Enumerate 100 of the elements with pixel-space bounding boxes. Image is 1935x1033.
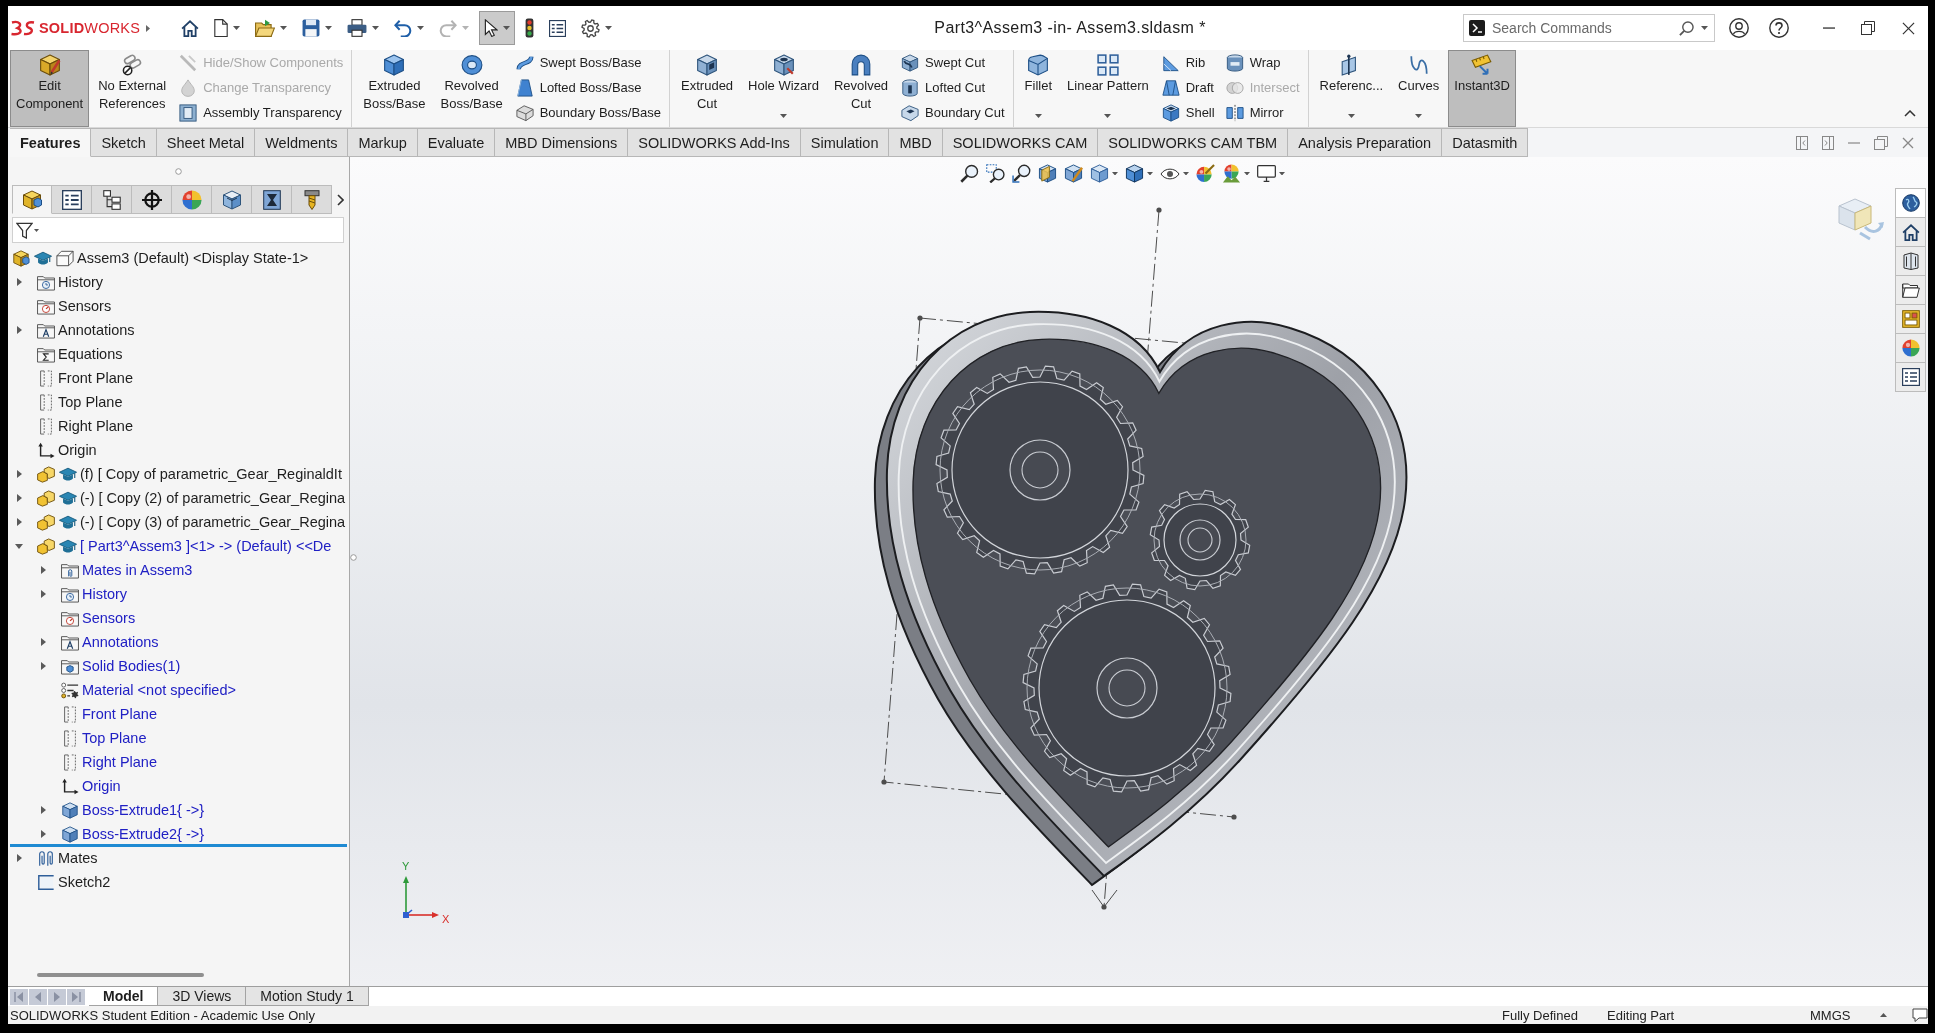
tree-item[interactable]: Annotations	[82, 634, 159, 650]
close-icon[interactable]	[1902, 21, 1915, 35]
command-button[interactable]: Rib	[1157, 50, 1219, 75]
tree-item[interactable]: Boss-Extrude2{ ->}	[82, 826, 205, 842]
panel-tab[interactable]	[52, 185, 92, 214]
speech-bubble-icon[interactable]	[1912, 1008, 1928, 1022]
skip-last-icon[interactable]	[67, 988, 85, 1005]
tree-item[interactable]: Front Plane	[58, 370, 133, 386]
command-button[interactable]: Linear Pattern	[1061, 50, 1155, 127]
tree-item[interactable]: (-) [ Copy (3) of parametric_Gear_Regina	[80, 514, 346, 530]
tree-item[interactable]: Sketch2	[58, 874, 111, 890]
cube-icon[interactable]	[1090, 164, 1109, 183]
caret-right-icon[interactable]	[16, 470, 22, 478]
tree-item[interactable]: Top Plane	[82, 730, 147, 746]
tree-item[interactable]: Front Plane	[82, 706, 157, 722]
caret-right-icon[interactable]	[40, 830, 46, 838]
command-button[interactable]: Extruded Boss/Base	[357, 50, 432, 127]
caret-down-icon[interactable]	[1244, 171, 1250, 176]
horizontal-scrollbar[interactable]	[37, 973, 204, 977]
splitter-grip-icon[interactable]	[350, 554, 357, 561]
command-tab[interactable]: SOLIDWORKS CAM TBM	[1098, 128, 1289, 157]
next-icon[interactable]	[48, 988, 66, 1005]
previous-icon[interactable]	[29, 988, 47, 1005]
caret-right-icon[interactable]	[40, 662, 46, 670]
chevron-up-icon[interactable]	[1904, 110, 1916, 117]
caret-down-icon[interactable]	[1147, 171, 1153, 176]
magnifier-dashed-icon[interactable]	[986, 164, 1005, 183]
command-tab[interactable]: Sketch	[91, 128, 157, 157]
command-button[interactable]: Referenc...	[1313, 50, 1390, 127]
terminal-icon[interactable]	[1469, 20, 1485, 36]
tree-item[interactable]: Mates in Assem3	[82, 562, 193, 578]
tree-item[interactable]: (f) [ Copy of parametric_Gear_ReginaldIt	[80, 466, 342, 482]
task-pane-button[interactable]	[1895, 246, 1926, 276]
command-tab[interactable]: Datasmith	[1442, 128, 1529, 157]
magnifier-arrow-icon[interactable]	[1012, 164, 1031, 183]
command-tab[interactable]: SOLIDWORKS CAM	[942, 128, 1099, 157]
command-tab[interactable]: Sheet Metal	[156, 128, 256, 157]
user-icon[interactable]	[1729, 18, 1749, 38]
caret-down-icon[interactable]	[1183, 171, 1189, 176]
command-button[interactable]: Hole Wizard	[742, 50, 825, 127]
command-button[interactable]: Mirror	[1221, 100, 1304, 125]
search-icon[interactable]	[1679, 20, 1694, 36]
panel-tab[interactable]	[12, 185, 52, 214]
command-button[interactable]: Lofted Boss/Base	[511, 75, 666, 100]
panel-tab[interactable]	[212, 185, 252, 214]
sheet-tab[interactable]: Motion Study 1	[246, 987, 369, 1006]
command-button[interactable]: Revolved Boss/Base	[434, 50, 509, 127]
shaded-cube-icon[interactable]	[1125, 164, 1144, 183]
filter-field[interactable]	[12, 217, 344, 243]
caret-right-icon[interactable]	[16, 518, 22, 526]
command-button[interactable]: Instant3D	[1448, 50, 1516, 127]
tree-item[interactable]: Boss-Extrude1{ ->}	[82, 802, 205, 818]
command-button[interactable]: Swept Boss/Base	[511, 50, 666, 75]
command-button[interactable]: Swept Cut	[897, 50, 1009, 75]
caret-right-icon[interactable]	[40, 566, 46, 574]
command-tab[interactable]: SOLIDWORKS Add-Ins	[628, 128, 801, 157]
cube-pencil-icon[interactable]	[1064, 164, 1083, 183]
tree-item[interactable]: Right Plane	[58, 418, 133, 434]
color-ball-landscape-icon[interactable]	[1222, 164, 1241, 183]
color-ball-pencil-icon[interactable]	[1196, 164, 1215, 183]
tree-item[interactable]: Origin	[58, 442, 97, 458]
chevron-right-icon[interactable]	[337, 193, 344, 206]
tree-item[interactable]: [ Part3^Assem3 ]<1> -> (Default) <<De	[80, 538, 332, 554]
caret-up-icon[interactable]	[1880, 1013, 1887, 1017]
caret-right-icon[interactable]	[16, 326, 22, 334]
command-tab[interactable]: MBD Dimensions	[495, 128, 629, 157]
eye-icon[interactable]	[1160, 167, 1180, 180]
panel-tab[interactable]	[252, 185, 292, 214]
command-button[interactable]: Boundary Cut	[897, 100, 1009, 125]
command-tab[interactable]: Features	[10, 128, 92, 157]
caret-right-icon[interactable]	[16, 854, 22, 862]
task-pane-button[interactable]	[1895, 217, 1926, 247]
task-pane-button[interactable]	[1895, 188, 1926, 218]
units-text[interactable]: MMGS	[1810, 1007, 1851, 1023]
tree-item[interactable]: Top Plane	[58, 394, 123, 410]
caret-down-icon[interactable]	[1279, 171, 1285, 176]
command-tab[interactable]: Simulation	[800, 128, 890, 157]
command-button[interactable]: Extruded Cut	[675, 50, 740, 127]
command-tab[interactable]: Markup	[348, 128, 418, 157]
tree-item[interactable]: History	[58, 274, 104, 290]
section-cube-icon[interactable]	[1038, 164, 1057, 183]
skip-first-icon[interactable]	[10, 988, 28, 1005]
select-button[interactable]	[479, 11, 516, 45]
tree-item[interactable]: Assem3 (Default) <Display State-1>	[77, 250, 309, 266]
command-button[interactable]: Revolved Cut	[827, 50, 895, 127]
task-pane-button[interactable]	[1895, 275, 1926, 305]
panel-tab[interactable]	[132, 185, 172, 214]
command-button[interactable]: Draft	[1157, 75, 1219, 100]
tree-item[interactable]: Origin	[82, 778, 121, 794]
tree-item[interactable]: Equations	[58, 346, 123, 362]
tree-item[interactable]: Annotations	[58, 322, 135, 338]
command-button[interactable]: Edit Component	[10, 50, 90, 127]
help-icon[interactable]	[1769, 18, 1789, 38]
caret-down-icon[interactable]	[1701, 26, 1708, 30]
caret-right-icon[interactable]	[40, 590, 46, 598]
command-button[interactable]: No External References	[92, 50, 173, 127]
command-tab[interactable]: Weldments	[255, 128, 349, 157]
tree-item[interactable]: Right Plane	[82, 754, 157, 770]
caret-right-icon[interactable]	[40, 638, 46, 646]
caret-down-icon[interactable]	[15, 543, 23, 549]
